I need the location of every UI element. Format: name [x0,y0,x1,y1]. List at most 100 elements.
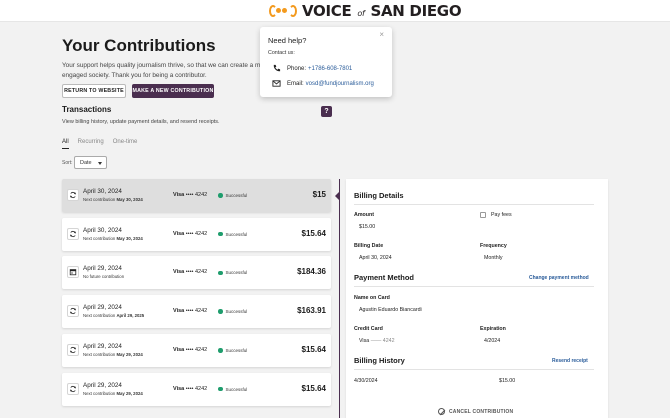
recurring-icon [67,189,79,201]
transaction-date: April 30, 2024 [83,226,122,234]
transaction-amount: $163.91 [297,306,326,316]
chevron-down-icon [98,162,102,165]
popup-title: Need help? [268,36,307,45]
selection-arrow-icon [335,192,339,200]
frequency-value: Monthly [484,255,503,261]
page-title: Your Contributions [62,36,216,55]
cancel-icon [438,408,445,415]
billing-details-title: Billing Details [354,191,404,200]
payment-method-title: Payment Method [354,273,415,282]
tab-one-time[interactable]: One-time [113,139,138,149]
transaction-row[interactable]: April 29, 2024 No future contribution Vi… [62,256,331,290]
pay-fees-toggle[interactable]: Pay fees [480,212,512,218]
transaction-amount: $15.64 [301,383,326,393]
sort-value: Date [80,159,92,166]
transaction-amount: $15.64 [301,228,326,238]
transaction-row[interactable]: April 29, 2024 Next contribution May 29,… [62,372,331,406]
transaction-row[interactable]: April 29, 2024 Next contribution May 29,… [62,333,331,367]
transaction-date: April 30, 2024 [83,188,122,195]
name-on-card-value: Agustin Eduardo Biancardi [359,307,422,313]
email-link[interactable]: vosd@fundjournalism.org [306,81,374,87]
status-badge: Successful [218,387,247,392]
logo-wordmark: VOICE of SAN DIEGO [302,2,462,20]
expiration-value: 4/2024 [484,338,501,344]
transaction-date: April 29, 2024 [83,265,122,273]
transactions-title: Transactions [62,105,112,114]
transaction-date: April 29, 2024 [83,342,122,350]
recurring-icon [67,305,79,318]
calendar-icon [67,266,79,279]
billing-date-label: Billing Date [354,243,384,249]
email-line: Email: vosd@fundjournalism.org [272,79,374,88]
success-dot-icon [218,309,223,314]
sort-select[interactable]: Date [74,156,107,169]
billing-details-panel: Billing Details Amount $15.00 Pay fees B… [346,179,608,418]
recurring-icon [67,343,79,356]
next-contribution: Next contribution May 30, 2024 [83,235,143,241]
mail-icon [272,80,281,87]
card-info: Visa •••• 4242 [173,192,208,198]
help-popup: Need help? × Contact us: Phone: +1786-60… [260,27,392,97]
transaction-row[interactable]: April 30, 2024 Next contribution May 30,… [62,217,331,251]
credit-card-label: Credit Card [354,326,383,332]
recurring-icon [67,227,79,240]
transaction-amount: $184.36 [297,267,326,277]
intro-text: Your support helps quality journalism th… [62,62,261,79]
help-button[interactable]: ? [321,106,332,117]
transaction-amount: $15 [312,190,326,199]
recurring-icon [67,382,79,395]
transaction-row[interactable]: April 30, 2024 Next contribution May 30,… [62,179,331,212]
divider [354,369,594,370]
status-badge: Successful [218,270,247,275]
new-contribution-button[interactable]: MAKE A NEW CONTRIBUTION [132,84,214,98]
tab-recurring[interactable]: Recurring [78,139,104,149]
close-icon[interactable]: × [379,30,384,39]
next-contribution: Next contribution May 29, 2024 [83,351,143,357]
status-badge: Successful [218,348,247,353]
change-payment-method-link[interactable]: Change payment method [529,275,589,281]
phone-line: Phone: +1786-608-7801 [272,64,352,73]
status-badge: Successful [218,193,247,198]
phone-label: Phone: [287,65,307,72]
phone-icon [273,64,281,72]
next-contribution: Next contribution April 29, 2025 [83,313,145,319]
expiration-label: Expiration [480,326,506,332]
cancel-contribution-label: CANCEL CONTRIBUTION [449,408,514,415]
return-to-website-button[interactable]: RETURN TO WEBSITE [62,84,126,98]
site-header: VOICE of SAN DIEGO [0,0,670,22]
transaction-date: April 29, 2024 [83,304,122,312]
selection-divider [335,179,340,418]
card-info: Visa •••• 4242 [173,385,208,392]
billing-date-value: April 30, 2024 [359,255,392,261]
cancel-contribution-button[interactable]: CANCEL CONTRIBUTION [438,408,513,415]
next-contribution: No future contribution [83,274,125,280]
email-label: Email: [287,80,304,87]
transaction-tabs: All Recurring One-time [62,139,137,149]
amount-value: $15.00 [359,224,376,230]
voice-of-san-diego-logo[interactable]: VOICE of SAN DIEGO [269,2,462,20]
phone-link[interactable]: +1786-608-7801 [308,66,352,72]
success-dot-icon [218,270,223,276]
status-badge: Successful [218,309,247,314]
history-amount: $15.00 [499,378,516,384]
card-info: Visa •••• 4242 [173,269,208,276]
divider [354,204,594,205]
amount-label: Amount [354,212,375,218]
card-info: Visa •••• 4242 [173,346,208,353]
transaction-row[interactable]: April 29, 2024 Next contribution April 2… [62,295,331,329]
next-contribution: Next contribution May 29, 2024 [83,390,143,396]
divider [354,286,594,287]
transactions-subtitle: View billing history, update payment det… [62,119,220,125]
pay-fees-checkbox[interactable] [480,212,486,218]
resend-receipt-link[interactable]: Resend receipt [552,358,588,364]
success-dot-icon [218,231,223,237]
success-dot-icon [218,386,223,392]
history-date: 4/30/2024 [354,378,378,384]
name-on-card-label: Name on Card [354,295,390,301]
status-badge: Successful [218,232,247,237]
credit-card-value: Visa —— 4242 [359,338,395,344]
pay-fees-label: Pay fees [491,212,512,218]
contact-label: Contact us: [268,50,295,56]
tab-all[interactable]: All [62,139,69,149]
frequency-label: Frequency [480,243,507,249]
